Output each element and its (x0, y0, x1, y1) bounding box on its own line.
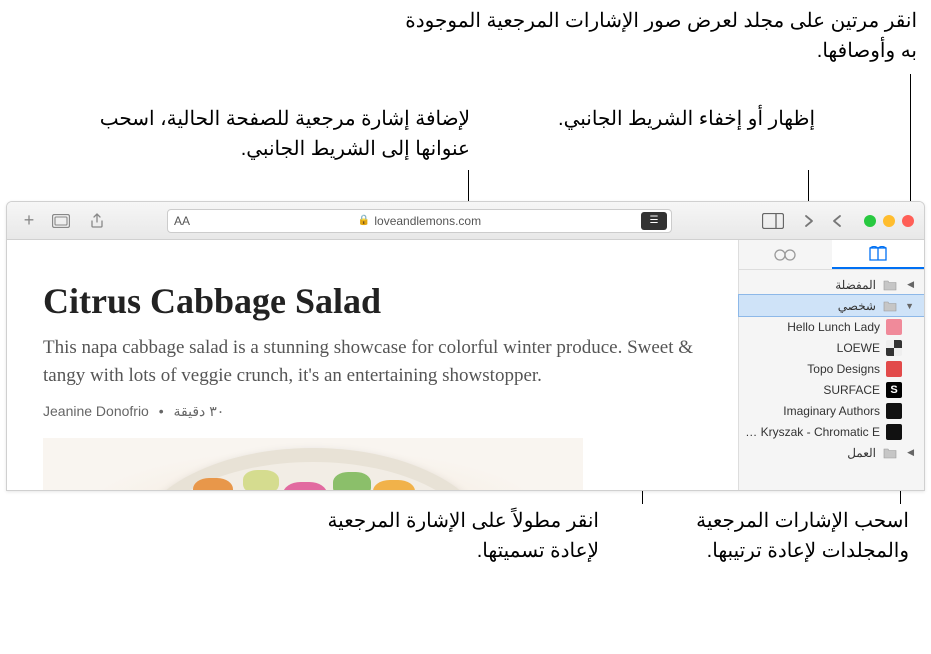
favicon (886, 424, 902, 440)
nav-buttons (796, 210, 850, 232)
maximize-button[interactable] (864, 215, 876, 227)
bookmark-item[interactable]: Topo Designs (739, 358, 924, 379)
callout-doubleclick-folder: انقر مرتين على مجلد لعرض صور الإشارات ال… (397, 6, 917, 66)
disclosure-icon[interactable]: ◀ (904, 279, 914, 290)
favicon: S (886, 382, 902, 398)
article-image (43, 438, 583, 490)
sidebar-item-label: Hello Lunch Lady (745, 320, 880, 334)
sidebar-item-label: شخصي (745, 299, 876, 313)
reading-list-tab[interactable] (739, 240, 832, 269)
article-meta: Jeanine Donofrio • ٣٠ دقيقة (43, 403, 702, 420)
sidebar-item-label: Topo Designs (745, 362, 880, 376)
safari-window: + AA 🔒 loveandlemons.com ☰ (6, 201, 925, 491)
sidebar-item-label: Neil Kryszak - Chromatic E... (745, 425, 880, 439)
back-button[interactable] (796, 210, 822, 232)
reader-mode-button[interactable]: ☰ (641, 212, 667, 230)
share-icon[interactable] (85, 210, 109, 232)
sidebar-list: ◀ المفضلة ▼ شخصي Hello Lunch Lady (739, 270, 924, 467)
window-controls (864, 215, 914, 227)
bookmark-item[interactable]: Imaginary Authors (739, 400, 924, 421)
favicon (886, 361, 902, 377)
content-area: Citrus Cabbage Salad This napa cabbage s… (7, 240, 738, 490)
sidebar-tabs (739, 240, 924, 270)
disclosure-icon[interactable]: ◀ (904, 447, 914, 458)
article-author: Jeanine Donofrio (43, 403, 149, 419)
personal-folder[interactable]: ▼ شخصي (739, 295, 924, 316)
callout-drag-reorder: اسحب الإشارات المرجعية والمجلدات لإعادة … (629, 506, 909, 566)
article-title: Citrus Cabbage Salad (43, 280, 702, 322)
bookmark-item[interactable]: Hello Lunch Lady (739, 316, 924, 337)
url-bar[interactable]: AA 🔒 loveandlemons.com ☰ (167, 209, 672, 233)
favorites-folder[interactable]: ◀ المفضلة (739, 274, 924, 295)
disclosure-icon[interactable]: ▼ (904, 301, 914, 311)
folder-icon (882, 277, 898, 293)
forward-button[interactable] (824, 210, 850, 232)
sidebar-toggle-button[interactable] (758, 210, 788, 232)
callout-longpress-rename: انقر مطولاً على الإشارة المرجعية لإعادة … (299, 506, 599, 566)
favicon (886, 403, 902, 419)
work-folder[interactable]: ◀ العمل (739, 442, 924, 463)
sidebar-item-label: المفضلة (745, 278, 876, 292)
folder-icon (882, 298, 898, 314)
bookmarks-tab[interactable] (832, 240, 925, 269)
article-time: ٣٠ دقيقة (174, 403, 225, 419)
sidebar-item-label: LOEWE (745, 341, 880, 355)
favicon (886, 340, 902, 356)
new-tab-button[interactable]: + (17, 210, 41, 231)
bookmark-item[interactable]: S SURFACE (739, 379, 924, 400)
sidebar-item-label: العمل (745, 446, 876, 460)
minimize-button[interactable] (883, 215, 895, 227)
bookmark-item[interactable]: Neil Kryszak - Chromatic E... (739, 421, 924, 442)
article-description: This napa cabbage salad is a stunning sh… (43, 334, 702, 389)
folder-icon (882, 445, 898, 461)
tabs-overview-icon[interactable] (49, 210, 73, 232)
close-button[interactable] (902, 215, 914, 227)
bookmark-item[interactable]: LOEWE (739, 337, 924, 358)
callout-show-hide-sidebar: إظهار أو إخفاء الشريط الجانبي. (555, 104, 815, 134)
sidebar: ◀ المفضلة ▼ شخصي Hello Lunch Lady (738, 240, 924, 490)
url-text: loveandlemons.com (374, 214, 481, 228)
callout-drag-url: لإضافة إشارة مرجعية للصفحة الحالية، اسحب… (40, 104, 470, 164)
text-size-icon[interactable]: AA (174, 214, 190, 228)
titlebar: + AA 🔒 loveandlemons.com ☰ (7, 202, 924, 240)
sidebar-item-label: Imaginary Authors (745, 404, 880, 418)
sidebar-item-label: SURFACE (745, 383, 880, 397)
favicon (886, 319, 902, 335)
lock-icon: 🔒 (358, 215, 370, 226)
